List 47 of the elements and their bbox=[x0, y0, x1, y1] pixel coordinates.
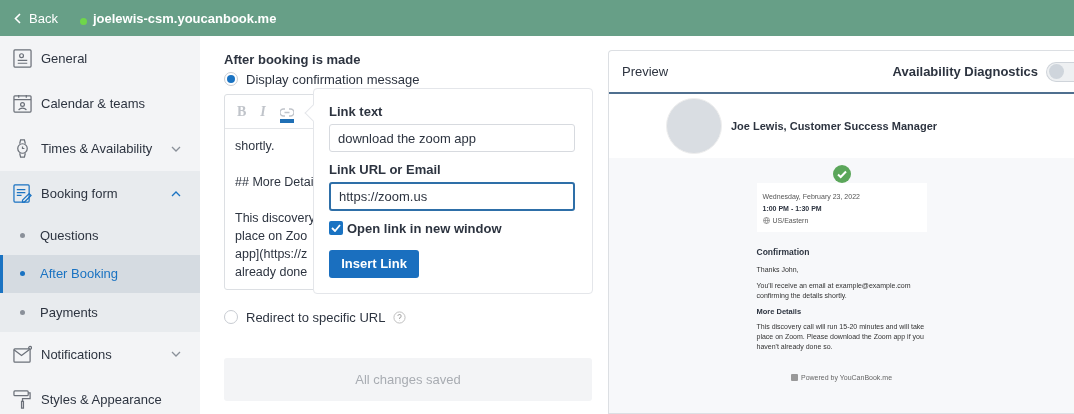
globe-icon bbox=[762, 217, 770, 224]
chevron-icon[interactable] bbox=[171, 351, 181, 357]
form-edit-icon bbox=[13, 184, 32, 203]
chevron-icon[interactable] bbox=[171, 190, 181, 197]
sidebar-item[interactable]: Calendar & teams bbox=[0, 81, 200, 126]
site-address: joelewis-csm.youcanbook.me bbox=[92, 10, 277, 26]
avatar-placeholder bbox=[666, 98, 722, 154]
insert-link-button[interactable]: Insert Link bbox=[329, 249, 419, 278]
link-button[interactable] bbox=[279, 108, 294, 123]
sidebar-item[interactable]: Booking form bbox=[0, 171, 200, 216]
chevron-icon[interactable] bbox=[171, 145, 181, 152]
editor-text-line: app](https://z bbox=[235, 246, 308, 263]
calendar-person-icon bbox=[13, 94, 32, 113]
sidebar-subitem[interactable]: Payments bbox=[0, 293, 200, 332]
checkbox[interactable] bbox=[329, 221, 343, 236]
logo-icon bbox=[790, 374, 798, 381]
panel-title: Preview bbox=[622, 64, 670, 79]
chevron-left-icon bbox=[14, 12, 21, 24]
editor-text-line: ## More Detai bbox=[235, 174, 314, 191]
confirmation-heading: Confirmation bbox=[756, 247, 811, 257]
radio-label: Display confirmation message bbox=[246, 71, 420, 87]
help-icon[interactable] bbox=[393, 310, 407, 324]
radio-label: Redirect to specific URL bbox=[246, 309, 386, 325]
host-name: Joe Lewis, Customer Success Manager bbox=[731, 120, 938, 132]
profile-card-icon bbox=[13, 49, 32, 68]
editor-text-line: place on Zoo bbox=[235, 228, 308, 245]
link-text-field[interactable]: download the zoom app bbox=[329, 124, 575, 153]
field-label: Link URL or Email bbox=[329, 162, 442, 178]
editor-text-line: This discovery bbox=[235, 210, 315, 227]
sidebar-subitem[interactable]: Questions bbox=[0, 216, 200, 255]
editor-text-line: already done bbox=[235, 264, 308, 281]
section-title: After booking is made bbox=[224, 52, 362, 68]
envelope-icon bbox=[13, 344, 32, 364]
paint-roller-icon bbox=[13, 389, 32, 409]
toggle-label: Availability Diagnostics bbox=[892, 64, 1038, 79]
link-url-field[interactable]: https://zoom.us bbox=[329, 182, 575, 211]
sidebar-item[interactable]: Styles & Appearance bbox=[0, 376, 200, 414]
radio-button[interactable] bbox=[224, 72, 238, 86]
sidebar-item[interactable]: Notifications bbox=[0, 331, 200, 377]
sidebar-item[interactable]: General bbox=[0, 36, 200, 81]
sidebar-item[interactable]: Times & Availability bbox=[0, 126, 200, 171]
editor-text-line: shortly. bbox=[235, 138, 275, 155]
radio-button[interactable] bbox=[224, 310, 238, 324]
field-label: Link text bbox=[329, 104, 384, 119]
toggle-switch[interactable] bbox=[1046, 61, 1074, 82]
checkbox-label: Open link in new window bbox=[347, 220, 502, 236]
sidebar-subitem[interactable]: After Booking bbox=[0, 254, 200, 293]
